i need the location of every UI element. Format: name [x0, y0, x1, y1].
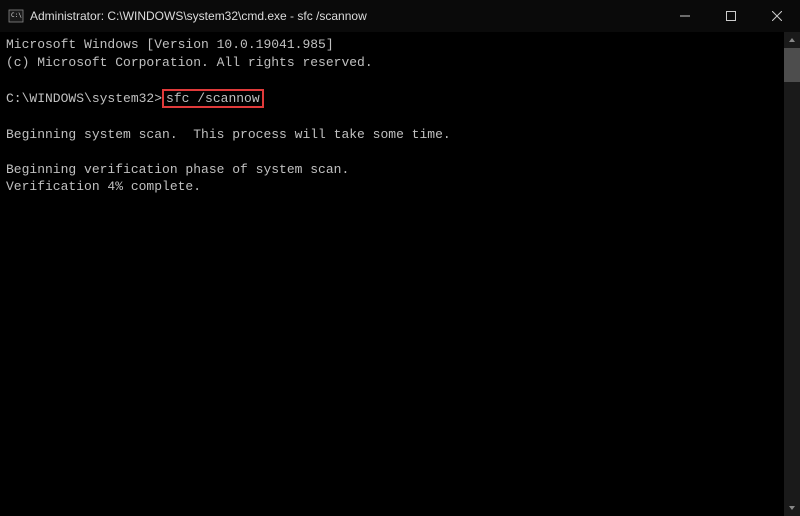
scroll-thumb[interactable] [784, 48, 800, 82]
svg-text:C:\: C:\ [11, 12, 22, 19]
scroll-up-button[interactable] [784, 32, 800, 48]
version-line: Microsoft Windows [Version 10.0.19041.98… [6, 37, 334, 52]
window-title: Administrator: C:\WINDOWS\system32\cmd.e… [30, 9, 367, 23]
scroll-track[interactable] [784, 48, 800, 500]
maximize-button[interactable] [708, 0, 754, 32]
minimize-button[interactable] [662, 0, 708, 32]
close-button[interactable] [754, 0, 800, 32]
verification-progress-line: Verification 4% complete. [6, 179, 201, 194]
verification-phase-line: Beginning verification phase of system s… [6, 162, 349, 177]
command-text: sfc /scannow [166, 91, 260, 106]
window-controls [662, 0, 800, 32]
scroll-down-button[interactable] [784, 500, 800, 516]
titlebar[interactable]: C:\ Administrator: C:\WINDOWS\system32\c… [0, 0, 800, 32]
scan-begin-line: Beginning system scan. This process will… [6, 127, 451, 142]
content-area: Microsoft Windows [Version 10.0.19041.98… [0, 32, 800, 516]
command-prompt-window: C:\ Administrator: C:\WINDOWS\system32\c… [0, 0, 800, 516]
terminal-output[interactable]: Microsoft Windows [Version 10.0.19041.98… [0, 32, 784, 516]
copyright-line: (c) Microsoft Corporation. All rights re… [6, 55, 373, 70]
prompt-text: C:\WINDOWS\system32> [6, 91, 162, 106]
command-highlight: sfc /scannow [162, 89, 264, 109]
vertical-scrollbar[interactable] [784, 32, 800, 516]
cmd-app-icon: C:\ [8, 8, 24, 24]
titlebar-left: C:\ Administrator: C:\WINDOWS\system32\c… [8, 8, 367, 24]
